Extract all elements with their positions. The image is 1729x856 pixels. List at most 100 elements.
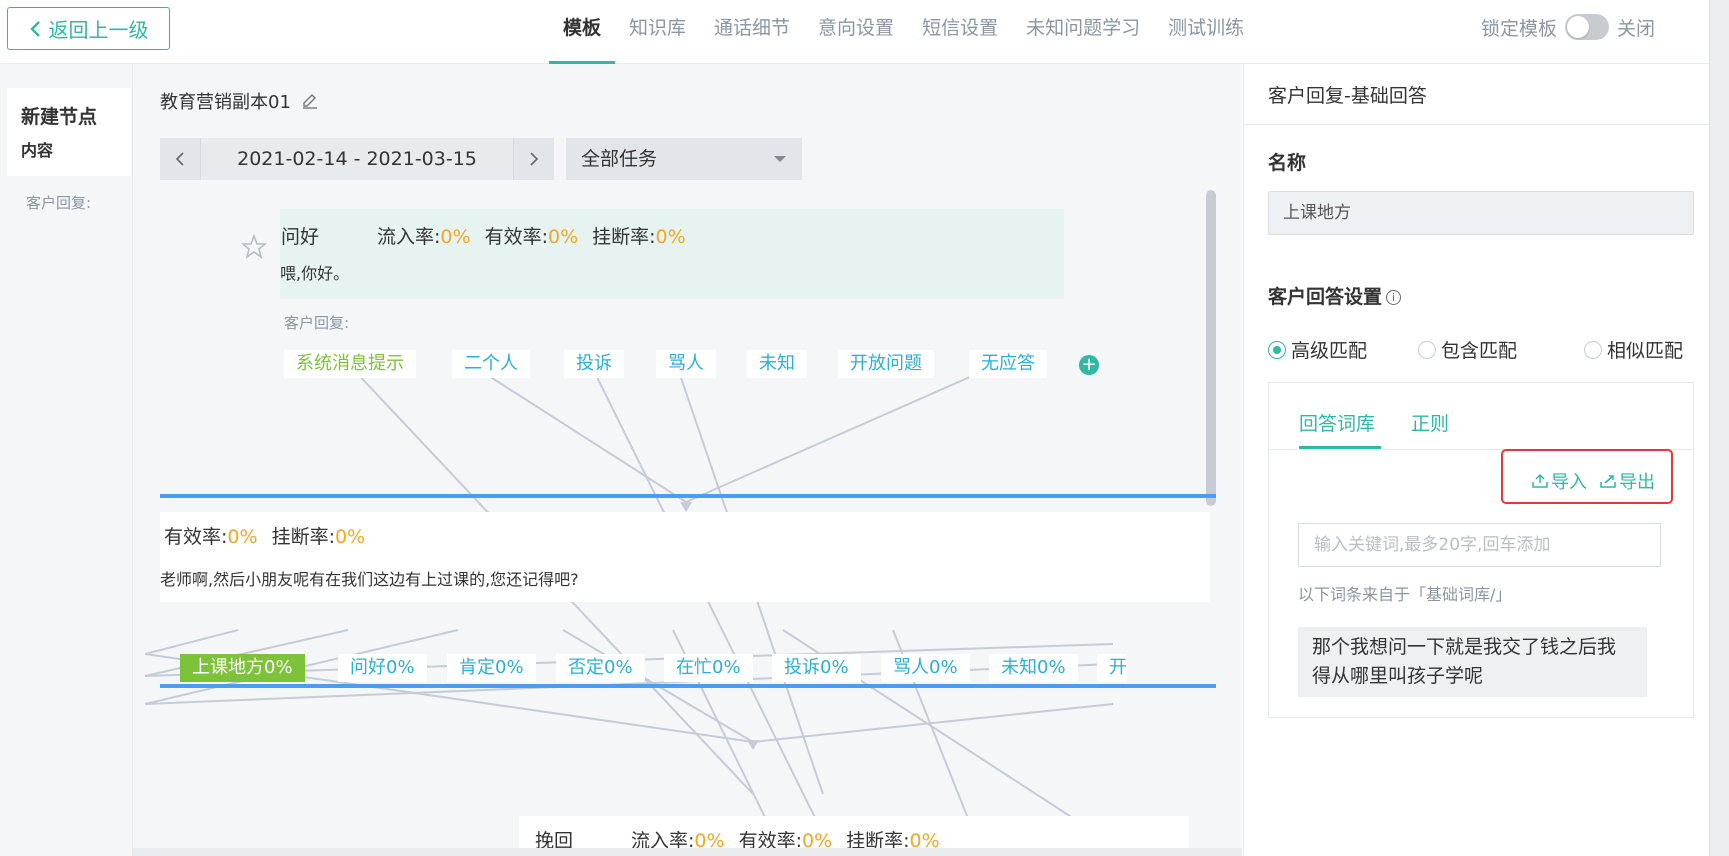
new-node-title: 新建节点: [21, 106, 98, 128]
chevron-left-icon: [29, 20, 40, 37]
radio-similar-match[interactable]: 相似匹配: [1584, 336, 1683, 363]
hangup-rate-label: 挂断率:: [271, 526, 335, 548]
name-field[interactable]: 上课地方: [1268, 191, 1694, 235]
valid-rate-value: 0%: [227, 526, 258, 548]
valid-rate-label: 有效率:: [164, 526, 228, 548]
keyword-entry[interactable]: 那个我想问一下就是我交了钱之后我得从哪里叫孩子学呢: [1298, 627, 1647, 697]
reply-setting-label-text: 客户回答设置: [1268, 286, 1383, 308]
star-icon[interactable]: [241, 234, 267, 260]
back-label: 返回上一级: [48, 18, 149, 42]
node-greeting-title: 问好: [281, 226, 320, 248]
inflow-rate-label: 流入率:: [377, 226, 441, 248]
branch-chip[interactable]: 投诉0%: [772, 654, 861, 682]
radio-label: 相似匹配: [1607, 340, 1684, 362]
chevron-right-icon: [530, 152, 539, 166]
radio-label: 包含匹配: [1441, 340, 1518, 362]
reply-settings-panel: 客户回复-基础回答 名称 上课地方 客户回答设置 i 高级匹配 包含匹配 相似匹配…: [1243, 64, 1710, 856]
flow-canvas[interactable]: 教育营销副本01 2021-02-14 - 2021-03-15 全部任务 问好…: [133, 64, 1242, 856]
import-button[interactable]: 导入: [1531, 468, 1587, 494]
project-name: 教育营销副本01: [160, 88, 319, 114]
lock-state-label: 关闭: [1617, 17, 1656, 40]
export-label: 导出: [1619, 472, 1655, 493]
new-node-card[interactable]: 新建节点 内容: [7, 88, 131, 176]
tab-unknown-question-learning[interactable]: 未知问题学习: [1012, 0, 1154, 64]
tab-sms-settings[interactable]: 短信设置: [908, 0, 1012, 64]
branch-chip[interactable]: 未知0%: [989, 654, 1078, 682]
reply-chip[interactable]: 投诉: [564, 350, 624, 378]
radio-contains-match[interactable]: 包含匹配: [1418, 336, 1517, 363]
hangup-rate-value: 0%: [655, 226, 686, 248]
left-reply-label: 客户回复:: [26, 194, 92, 212]
name-label: 名称: [1268, 152, 1307, 174]
keyword-input[interactable]: 输入关键词,最多20字,回车添加: [1298, 523, 1661, 567]
top-bar: 返回上一级 模板 知识库 通话细节 意向设置 短信设置 未知问题学习 测试训练 …: [0, 0, 1729, 64]
reply-chip[interactable]: 无应答: [969, 350, 1047, 378]
radio-unchecked-icon: [1418, 340, 1436, 359]
left-node-panel: 新建节点 内容 客户回复:: [0, 64, 133, 856]
task-filter-select[interactable]: 全部任务: [566, 138, 802, 180]
back-button[interactable]: 返回上一级: [7, 7, 170, 50]
reply-chip[interactable]: 骂人: [656, 350, 716, 378]
reply-setting-label: 客户回答设置 i: [1268, 282, 1402, 309]
import-icon: [1532, 473, 1548, 488]
tab-template[interactable]: 模板: [549, 0, 616, 64]
tab-regex[interactable]: 正则: [1411, 409, 1449, 436]
radio-checked-icon: [1268, 340, 1286, 359]
canvas-scrollbar-thumb[interactable]: [1206, 190, 1216, 506]
node-connector-band: [160, 684, 1216, 688]
caret-down-icon: [774, 156, 786, 162]
valid-rate-label: 有效率:: [484, 226, 548, 248]
canvas-bottom-edge: [133, 848, 1242, 856]
branch-chip[interactable]: 否定0%: [556, 654, 645, 682]
edit-icon[interactable]: [301, 92, 319, 110]
tab-test-training[interactable]: 测试训练: [1154, 0, 1258, 64]
branch-chip[interactable]: 开: [1097, 654, 1127, 682]
branch-chip[interactable]: 在忙0%: [664, 654, 753, 682]
tab-call-details[interactable]: 通话细节: [700, 0, 804, 64]
panel-divider: [1244, 124, 1710, 125]
date-prev-button[interactable]: [160, 138, 200, 180]
node-greeting-text: 喂,你好。: [280, 264, 350, 283]
import-label: 导入: [1551, 472, 1587, 493]
lock-template-control: 锁定模板 关闭: [1481, 12, 1655, 42]
reply-chip[interactable]: 未知: [747, 350, 807, 378]
info-icon[interactable]: i: [1386, 290, 1402, 305]
tab-intent-settings[interactable]: 意向设置: [804, 0, 908, 64]
date-range-text[interactable]: 2021-02-14 - 2021-03-15: [200, 138, 514, 180]
export-button[interactable]: 导出: [1599, 468, 1655, 494]
radio-label: 高级匹配: [1291, 340, 1368, 362]
tab-knowledge-base[interactable]: 知识库: [615, 0, 700, 64]
import-export-highlight: 导入 导出: [1501, 449, 1673, 504]
branch-chip[interactable]: 问好0%: [338, 654, 427, 682]
lock-template-label: 锁定模板: [1481, 17, 1558, 40]
source-note: 以下词条来自于「基础词库/」: [1298, 585, 1512, 604]
reply-chip[interactable]: 系统消息提示: [284, 350, 416, 378]
task-filter-value: 全部任务: [581, 148, 658, 170]
branch-chip[interactable]: 骂人0%: [881, 654, 970, 682]
chevron-left-icon: [175, 152, 184, 166]
tab-answer-library[interactable]: 回答词库: [1299, 409, 1375, 436]
inflow-rate-value: 0%: [440, 226, 471, 248]
valid-rate-value: 0%: [547, 226, 579, 248]
export-icon: [1600, 475, 1616, 488]
new-node-content-label: 内容: [21, 141, 54, 160]
hangup-rate-value: 0%: [334, 526, 366, 548]
lock-template-toggle[interactable]: [1565, 14, 1610, 40]
reply-chip[interactable]: 开放问题: [838, 350, 934, 378]
flow-connection-lines: [144, 368, 1114, 856]
window-scrollbar[interactable]: [1709, 0, 1729, 856]
node-main-text: 老师啊,然后小朋友呢有在我们这边有上过课的,您还记得吧?: [160, 570, 579, 589]
panel-title: 客户回复-基础回答: [1268, 85, 1427, 107]
date-range-picker: 2021-02-14 - 2021-03-15: [160, 138, 554, 180]
node-greeting-header: 问好 流入率: 0% 有效率: 0% 挂断率: 0%: [281, 222, 686, 249]
radio-advanced-match[interactable]: 高级匹配: [1268, 336, 1367, 363]
add-reply-button[interactable]: +: [1079, 355, 1099, 375]
hangup-rate-label: 挂断率:: [592, 226, 656, 248]
project-name-text: 教育营销副本01: [160, 92, 291, 113]
date-next-button[interactable]: [514, 138, 554, 180]
branch-chip[interactable]: 肯定0%: [447, 654, 536, 682]
reply-chip[interactable]: 二个人: [452, 350, 530, 378]
branch-chip-active[interactable]: 上课地方0%: [180, 654, 305, 682]
match-mode-group: 高级匹配 包含匹配 相似匹配: [1268, 336, 1698, 366]
radio-unchecked-icon: [1584, 340, 1602, 359]
